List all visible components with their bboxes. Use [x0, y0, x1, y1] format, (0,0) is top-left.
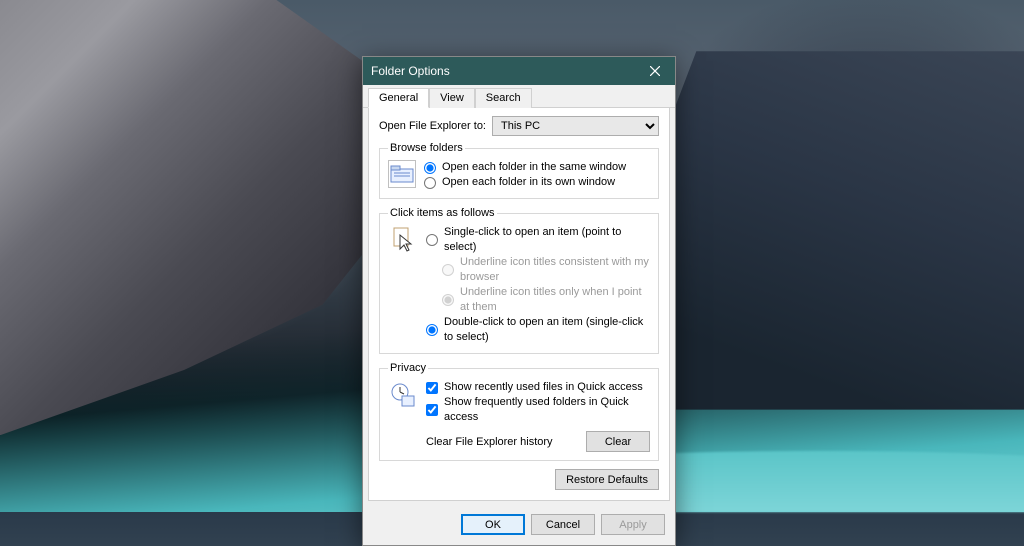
radio-underline-point: Underline icon titles only when I point … [442, 285, 650, 315]
check-recent-files[interactable]: Show recently used files in Quick access [426, 380, 650, 395]
history-icon [388, 380, 418, 410]
clear-history-label: Clear File Explorer history [426, 436, 576, 448]
tab-search[interactable]: Search [475, 88, 532, 108]
open-explorer-select[interactable]: This PC [492, 116, 659, 136]
privacy-group: Privacy Show recently used files in Quic… [379, 362, 659, 461]
open-explorer-row: Open File Explorer to: This PC [379, 116, 659, 136]
folder-options-dialog: Folder Options General View Search Open … [362, 56, 676, 546]
apply-button[interactable]: Apply [601, 514, 665, 535]
close-icon [650, 66, 660, 76]
tab-panel-general: Open File Explorer to: This PC Browse fo… [368, 108, 670, 501]
tab-view[interactable]: View [429, 88, 475, 108]
radio-double-click[interactable]: Double-click to open an item (single-cli… [426, 315, 650, 345]
tabstrip: General View Search [363, 85, 675, 108]
clear-button[interactable]: Clear [586, 431, 650, 452]
window-title: Folder Options [371, 64, 450, 78]
radio-same-window[interactable]: Open each folder in the same window [424, 160, 650, 175]
radio-underline-browser: Underline icon titles consistent with my… [442, 255, 650, 285]
radio-single-click[interactable]: Single-click to open an item (point to s… [426, 225, 650, 255]
cursor-icon [388, 225, 418, 255]
ok-button[interactable]: OK [461, 514, 525, 535]
click-items-group: Click items as follows Single-click to o… [379, 207, 659, 354]
open-explorer-label: Open File Explorer to: [379, 120, 486, 132]
tab-general[interactable]: General [368, 88, 429, 108]
check-frequent-folders[interactable]: Show frequently used folders in Quick ac… [426, 395, 650, 425]
radio-own-window[interactable]: Open each folder in its own window [424, 175, 650, 190]
folder-icon [388, 160, 416, 188]
cancel-button[interactable]: Cancel [531, 514, 595, 535]
close-button[interactable] [635, 57, 675, 85]
browse-folders-group: Browse folders Open each folder in the s… [379, 142, 659, 199]
browse-folders-legend: Browse folders [388, 142, 465, 154]
privacy-legend: Privacy [388, 362, 428, 374]
click-items-legend: Click items as follows [388, 207, 497, 219]
titlebar[interactable]: Folder Options [363, 57, 675, 85]
restore-defaults-button[interactable]: Restore Defaults [555, 469, 659, 490]
